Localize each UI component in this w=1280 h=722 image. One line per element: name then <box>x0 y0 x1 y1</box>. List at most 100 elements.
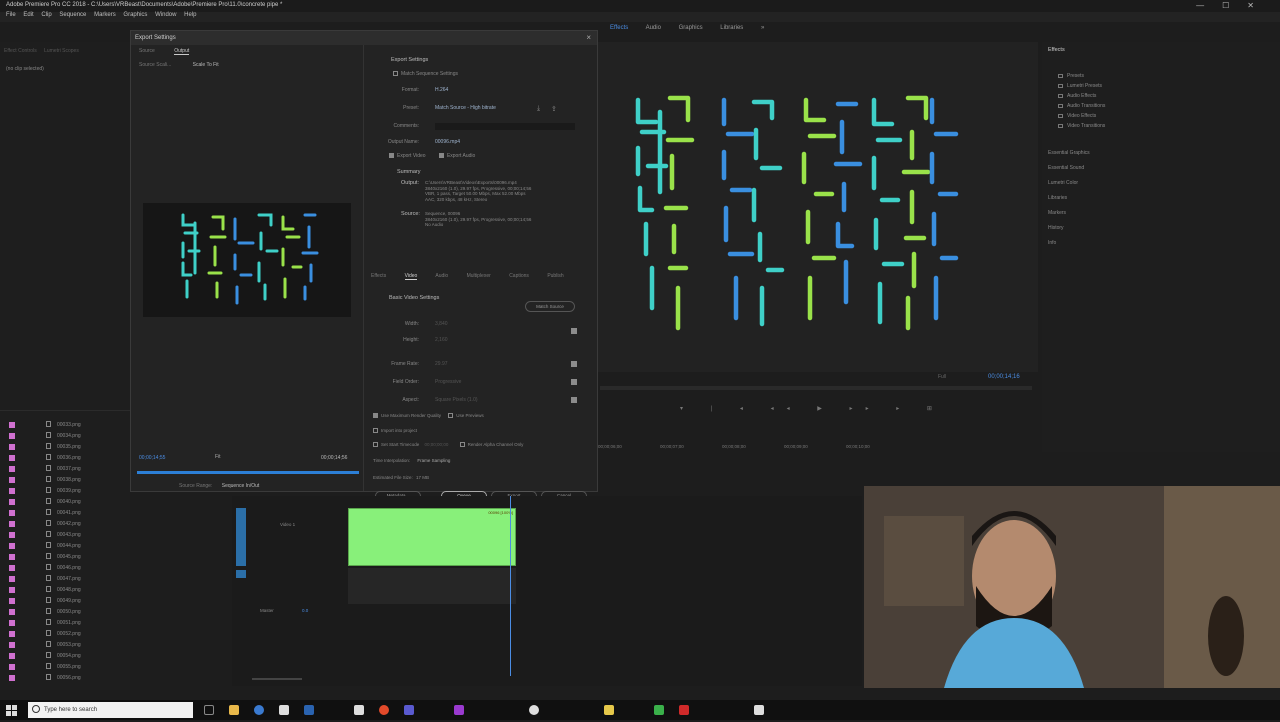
export-audio-checkbox[interactable] <box>438 153 444 159</box>
tab-effect-controls[interactable]: Effect Controls <box>4 48 37 54</box>
height-field[interactable]: 2,160 <box>435 337 448 343</box>
window-controls[interactable]: —☐✕ <box>1196 1 1272 10</box>
program-timecode[interactable]: 00;00;14;16 <box>988 374 1020 380</box>
menu-edit[interactable]: Edit <box>23 12 33 18</box>
timeline-ruler[interactable]: 00;00;06;00 00;00;07;00 00;00;08;00 00;0… <box>598 440 963 454</box>
menu-window[interactable]: Window <box>155 12 176 18</box>
time-interp-dropdown[interactable]: Frame Sampling <box>417 458 450 463</box>
menu-help[interactable]: Help <box>184 12 196 18</box>
task-view-icon[interactable] <box>204 705 214 715</box>
field-order-dropdown[interactable]: Progressive <box>435 379 461 385</box>
dialog-divider[interactable] <box>363 45 364 491</box>
file-explorer-icon[interactable] <box>229 705 239 715</box>
timeline-zoom-bar[interactable] <box>252 678 302 680</box>
effects-panel-title[interactable]: Effects <box>1048 47 1065 53</box>
tab-output[interactable]: Output <box>174 48 190 55</box>
app-icon[interactable] <box>529 705 539 715</box>
tab-effects-workspace[interactable]: Effects <box>610 25 628 31</box>
app-icon[interactable] <box>404 705 414 715</box>
export-video-checkbox[interactable] <box>389 153 394 159</box>
program-scrubber[interactable] <box>600 386 1032 390</box>
panel-link[interactable]: Lumetri Color <box>1048 180 1078 186</box>
save-preset-icon[interactable]: ⤓ <box>537 105 540 113</box>
app-icon[interactable] <box>754 705 764 715</box>
panel-link[interactable]: Info <box>1048 240 1056 246</box>
aspect-dropdown[interactable]: Square Pixels (1.0) <box>435 397 478 403</box>
source-scaling-dropdown[interactable]: Scale To Fit <box>193 62 219 68</box>
dialog-title-bar[interactable]: Export Settings <box>131 31 597 45</box>
tab-video[interactable]: Video <box>404 273 418 280</box>
width-field[interactable]: 3,840 <box>435 321 448 327</box>
start-tc-checkbox[interactable] <box>373 442 378 448</box>
close-icon[interactable]: × <box>586 33 591 42</box>
panel-link[interactable]: Markers <box>1048 210 1066 216</box>
video-track-target[interactable] <box>236 508 246 566</box>
app-icon[interactable] <box>354 705 364 715</box>
source-range-dropdown[interactable]: Sequence In/Out <box>222 483 260 489</box>
taskbar-search-input[interactable]: Type here to search <box>28 702 193 718</box>
export-scrubber[interactable] <box>137 471 359 474</box>
import-preset-icon[interactable]: ⇪ <box>551 105 557 113</box>
match-source-button[interactable]: Match Source <box>525 301 575 312</box>
use-previews-checkbox[interactable] <box>448 413 454 419</box>
start-tc-value[interactable]: 00;00;00;00 <box>425 442 449 447</box>
max-render-checkbox[interactable] <box>373 413 378 419</box>
effects-folder[interactable]: Lumetri Presets <box>1058 83 1102 89</box>
tab-lumetri-scopes[interactable]: Lumetri Scopes <box>44 48 79 54</box>
tab-source[interactable]: Source <box>139 48 155 54</box>
windows-start-icon[interactable] <box>6 704 18 716</box>
render-alpha-checkbox[interactable] <box>459 442 465 448</box>
match-sequence-checkbox[interactable] <box>393 71 398 77</box>
panel-link[interactable]: Libraries <box>1048 195 1067 201</box>
effects-folder[interactable]: Presets <box>1058 73 1084 79</box>
tab-multiplexer[interactable]: Multiplexer <box>467 273 491 279</box>
tab-publish[interactable]: Publish <box>547 273 563 279</box>
import-project-checkbox[interactable] <box>373 428 378 434</box>
menu-sequence[interactable]: Sequence <box>59 12 86 18</box>
app-icon[interactable] <box>604 705 614 715</box>
field-order-match-checkbox[interactable] <box>571 379 577 385</box>
tab-captions[interactable]: Captions <box>509 273 529 279</box>
app-icon[interactable] <box>679 705 689 715</box>
panel-link[interactable]: History <box>1048 225 1064 231</box>
audio-track-target[interactable] <box>236 570 246 578</box>
output-name-link[interactable]: 00096.mp4 <box>435 139 460 145</box>
effects-folder[interactable]: Audio Transitions <box>1058 103 1105 109</box>
comments-field[interactable] <box>435 123 575 130</box>
zoom-level[interactable]: Full <box>938 374 946 380</box>
project-file-row[interactable]: 00056.png <box>0 672 128 684</box>
effects-folder[interactable]: Audio Effects <box>1058 93 1096 99</box>
match-sequence-row[interactable]: Match Sequence Settings <box>393 71 619 81</box>
menu-graphics[interactable]: Graphics <box>123 12 147 18</box>
browser-icon[interactable] <box>254 705 264 715</box>
timeline-clip[interactable]: 00096 [100%] <box>348 508 516 566</box>
aspect-match-checkbox[interactable] <box>571 397 577 403</box>
tab-graphics-workspace[interactable]: Graphics <box>679 25 703 31</box>
app-icon[interactable] <box>304 705 314 715</box>
tab-libraries-workspace[interactable]: Libraries <box>720 25 743 31</box>
effects-search-input[interactable] <box>1048 60 1248 67</box>
frame-rate-dropdown[interactable]: 29.97 <box>435 361 448 367</box>
panel-link[interactable]: Essential Graphics <box>1048 150 1090 156</box>
tab-effects[interactable]: Effects <box>371 273 386 279</box>
fit-dropdown[interactable]: Fit <box>215 454 221 460</box>
master-volume[interactable]: 0.0 <box>302 608 392 618</box>
chrome-icon[interactable] <box>379 705 389 715</box>
effects-folder[interactable]: Video Transitions <box>1058 123 1105 129</box>
preset-dropdown[interactable]: Match Source - High bitrate <box>435 105 496 111</box>
audio-tracks-area[interactable] <box>348 568 516 604</box>
frame-rate-match-checkbox[interactable] <box>571 361 577 367</box>
tab-audio[interactable]: Audio <box>435 273 448 279</box>
app-icon[interactable] <box>279 705 289 715</box>
format-dropdown[interactable]: H.264 <box>435 87 448 93</box>
more-workspaces-button[interactable]: » <box>761 25 764 31</box>
menu-file[interactable]: File <box>6 12 16 18</box>
transport-controls[interactable]: ▾ | ◂ ◂◂ ▶ ▸▸ ▸ ⊞ <box>680 405 945 412</box>
menu-markers[interactable]: Markers <box>94 12 116 18</box>
current-timecode[interactable]: 00;00;14;55 <box>139 455 165 461</box>
tab-audio-workspace[interactable]: Audio <box>646 25 661 31</box>
effects-folder[interactable]: Video Effects <box>1058 113 1096 119</box>
menu-clip[interactable]: Clip <box>41 12 51 18</box>
panel-link[interactable]: Essential Sound <box>1048 165 1084 171</box>
app-icon[interactable] <box>654 705 664 715</box>
